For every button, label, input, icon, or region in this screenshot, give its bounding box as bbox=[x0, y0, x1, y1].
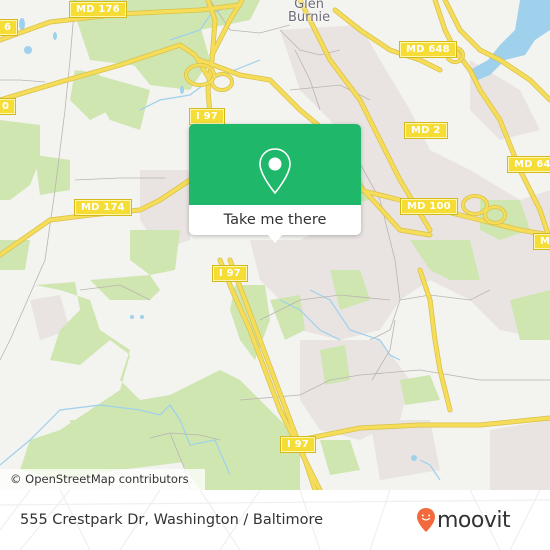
road-shield-i-97-mid: I 97 bbox=[212, 265, 248, 282]
popup-header bbox=[189, 124, 361, 205]
map-pin-icon bbox=[259, 148, 291, 195]
place-label-line2: Burnie bbox=[288, 10, 331, 25]
osm-attribution[interactable]: © OpenStreetMap contributors bbox=[0, 469, 205, 490]
road-shield-md-648-right: MD 648 bbox=[507, 156, 550, 173]
road-shield-md-176: MD 176 bbox=[69, 1, 127, 18]
road-shield-md-648-top: MD 648 bbox=[399, 41, 457, 58]
map-view[interactable]: Glen Burnie MD 176 6 MD 648 I 97 MD 2 MD… bbox=[0, 0, 550, 490]
moovit-wordmark: moovit bbox=[437, 507, 511, 533]
take-me-there-button[interactable]: Take me there bbox=[189, 205, 361, 235]
destination-popup[interactable]: Take me there bbox=[189, 124, 361, 243]
road-shield-left-edge: 0 bbox=[0, 98, 17, 115]
road-shield-md-right-edge: MI bbox=[532, 233, 550, 250]
moovit-pin-icon bbox=[417, 508, 435, 532]
place-label-glen-burnie: Glen Burnie bbox=[288, 0, 330, 24]
destination-address: 555 Crestpark Dr, Washington / Baltimore bbox=[20, 512, 324, 528]
map-base-layer bbox=[0, 0, 550, 490]
footer-bar: 555 Crestpark Dr, Washington / Baltimore… bbox=[0, 490, 550, 550]
road-shield-md-2: MD 2 bbox=[404, 122, 448, 139]
road-shield-i-97-top: I 97 bbox=[189, 108, 225, 125]
road-shield-md-176-left: 6 bbox=[0, 19, 19, 36]
popup-pointer bbox=[267, 234, 283, 243]
moovit-logo[interactable]: moovit bbox=[416, 504, 511, 536]
road-shield-md-100: MD 100 bbox=[400, 198, 458, 215]
road-shield-i-97-bottom: I 97 bbox=[280, 436, 316, 453]
road-shield-md-174: MD 174 bbox=[74, 199, 132, 216]
